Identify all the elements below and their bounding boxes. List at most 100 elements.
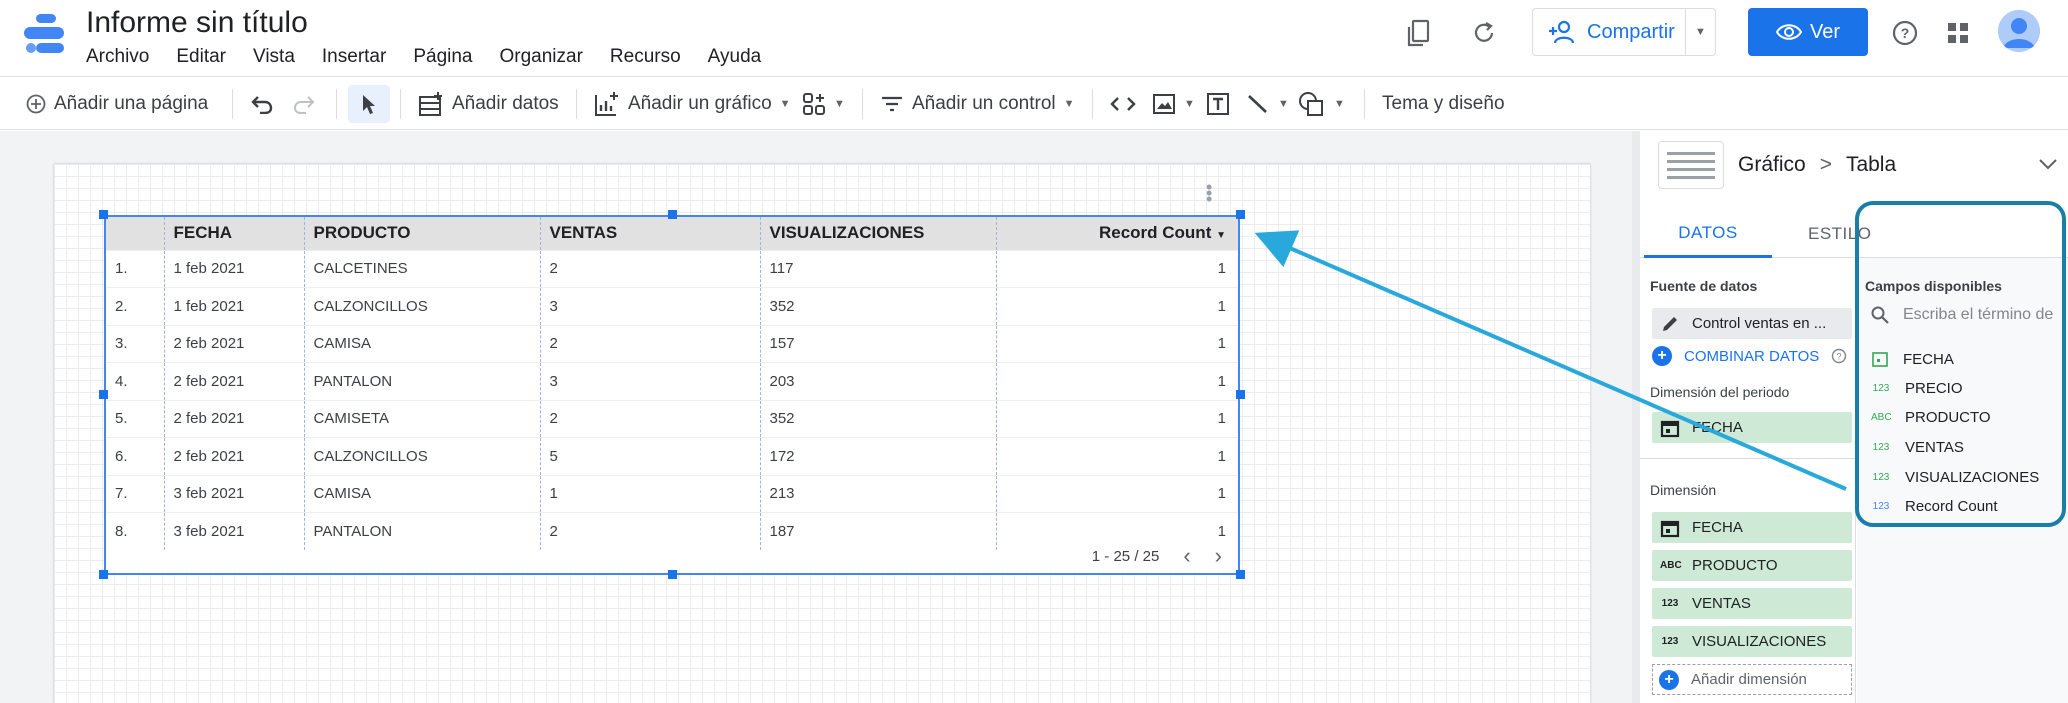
table-chart[interactable]: FECHA PRODUCTO VENTAS VISUALIZACIONES Re… <box>104 215 1240 575</box>
chart-type-selector[interactable]: Gráfico > Tabla <box>1658 141 2062 189</box>
resize-handle[interactable] <box>99 390 108 399</box>
table-cell: 1 feb 2021 <box>164 249 305 288</box>
row-index: 7. <box>106 474 165 513</box>
edit-toolbar: Añadir una página Añadir datos Añadir un… <box>0 76 2068 130</box>
table-cell: 2 feb 2021 <box>164 324 305 363</box>
image-button[interactable]: ▼ <box>1152 77 1195 131</box>
resize-handle[interactable] <box>1236 210 1245 219</box>
available-fields-column: Campos disponibles Escriba el término de… <box>1857 258 2068 703</box>
number-type-icon: 123 <box>1872 501 1890 512</box>
add-control-button[interactable]: Añadir un control ▼ <box>880 77 1075 131</box>
more-vert-icon[interactable]: • • • <box>1206 178 1212 208</box>
table-cell: 5 <box>540 437 761 475</box>
row-index: 3. <box>106 324 165 363</box>
add-page-label: Añadir una página <box>54 93 209 114</box>
tab-estilo[interactable]: ESTILO <box>1808 210 1871 258</box>
view-label: Ver <box>1809 20 1841 43</box>
menu-editar[interactable]: Editar <box>176 46 226 68</box>
dimension-chip-visualizaciones[interactable]: 123 VISUALIZACIONES <box>1652 626 1852 657</box>
menu-pagina[interactable]: Página <box>413 46 472 68</box>
table-cell: 1 <box>996 474 1238 513</box>
column-header-ventas[interactable]: VENTAS <box>540 217 761 250</box>
menu-vista[interactable]: Vista <box>253 46 295 68</box>
period-dimension-label: Dimensión del periodo <box>1650 384 1790 400</box>
field-name: VISUALIZACIONES <box>1905 469 2040 486</box>
help-icon[interactable]: ? <box>1888 16 1922 50</box>
caret-down-icon: ▼ <box>834 98 845 110</box>
field-item-visualizaciones[interactable]: 123 VISUALIZACIONES <box>1871 469 2040 486</box>
text-box-icon[interactable] <box>1206 77 1230 131</box>
chevron-right-icon[interactable]: › <box>1215 543 1222 569</box>
number-type-icon: 123 <box>1872 442 1890 453</box>
data-source-label: Fuente de datos <box>1650 278 1758 294</box>
add-data-button[interactable]: Añadir datos <box>418 77 559 131</box>
resize-handle[interactable] <box>99 210 108 219</box>
dimension-chip-producto[interactable]: ABC PRODUCTO <box>1652 550 1852 581</box>
shape-button[interactable]: ▼ <box>1298 77 1345 131</box>
table-cell: 213 <box>760 474 997 513</box>
help-icon[interactable]: ? <box>1831 348 1847 364</box>
table-cell: 1 <box>996 287 1238 325</box>
menu-archivo[interactable]: Archivo <box>86 46 149 68</box>
table-cell: 187 <box>760 512 997 550</box>
data-source-selector[interactable]: Control ventas en ... <box>1652 308 1852 339</box>
dimension-chip-ventas[interactable]: 123 VENTAS <box>1652 588 1852 619</box>
share-button[interactable]: Compartir <box>1532 8 1686 56</box>
field-item-precio[interactable]: 123 PRECIO <box>1871 380 1963 397</box>
column-header-producto[interactable]: PRODUCTO <box>304 217 541 250</box>
view-button[interactable]: Ver <box>1748 8 1868 56</box>
add-component-button[interactable]: ▼ <box>802 77 845 131</box>
table-cell: 3 feb 2021 <box>164 474 305 513</box>
refresh-icon[interactable] <box>1467 16 1501 50</box>
menu-organizar[interactable]: Organizar <box>500 46 583 68</box>
resize-handle[interactable] <box>668 210 677 219</box>
dimension-chip-fecha[interactable]: FECHA <box>1652 512 1852 543</box>
field-item-ventas[interactable]: 123 VENTAS <box>1871 439 1964 456</box>
period-dimension-chip[interactable]: FECHA <box>1652 412 1852 443</box>
menu-ayuda[interactable]: Ayuda <box>708 46 762 68</box>
filter-control-icon <box>882 96 902 112</box>
add-data-icon <box>419 92 442 116</box>
number-type-icon: 123 <box>1661 636 1679 647</box>
resize-handle[interactable] <box>1236 570 1245 579</box>
chevron-down-icon[interactable] <box>2038 154 2058 175</box>
field-item-record-count[interactable]: 123 Record Count <box>1871 498 1998 515</box>
resize-handle[interactable] <box>668 570 677 579</box>
column-header-visualizaciones[interactable]: VISUALIZACIONES <box>760 217 997 250</box>
embed-code-icon[interactable] <box>1110 77 1136 131</box>
add-dimension-button[interactable]: + Añadir dimensión <box>1652 664 1852 695</box>
theme-layout-button[interactable]: Tema y diseño <box>1382 77 1505 131</box>
undo-icon[interactable] <box>250 77 274 131</box>
row-index: 1. <box>106 249 165 288</box>
menu-recurso[interactable]: Recurso <box>610 46 681 68</box>
tab-datos[interactable]: DATOS <box>1644 210 1772 258</box>
table-cell: 2 <box>540 324 761 363</box>
column-header-record-count[interactable]: Record Count ▼ <box>996 217 1238 250</box>
line-button[interactable]: ▼ <box>1246 77 1289 131</box>
looker-studio-logo-icon[interactable] <box>22 14 68 54</box>
resize-handle[interactable] <box>1236 390 1245 399</box>
add-chart-button[interactable]: Añadir un gráfico ▼ <box>594 77 791 131</box>
shapes-icon <box>1299 92 1323 116</box>
pagination-label: 1 - 25 / 25 <box>1091 547 1160 565</box>
field-search-input[interactable]: Escriba el término de <box>1871 306 2053 324</box>
blend-data-label: COMBINAR DATOS <box>1684 347 1820 365</box>
select-pointer-button[interactable] <box>348 85 390 123</box>
redo-icon[interactable] <box>292 77 316 131</box>
field-item-fecha[interactable]: FECHA <box>1871 350 1954 368</box>
share-dropdown-button[interactable]: ▼ <box>1686 8 1716 56</box>
column-header-fecha[interactable]: FECHA <box>164 217 305 250</box>
add-page-button[interactable]: Añadir una página <box>26 77 208 131</box>
apps-grid-icon[interactable] <box>1941 16 1975 50</box>
table-cell: CAMISETA <box>304 399 541 438</box>
copy-report-icon[interactable] <box>1402 16 1436 50</box>
resize-handle[interactable] <box>99 570 108 579</box>
blend-data-button[interactable]: + COMBINAR DATOS ? <box>1652 346 1847 366</box>
table-cell: 3 <box>540 362 761 400</box>
number-type-icon: 123 <box>1872 472 1890 483</box>
field-item-producto[interactable]: ABC PRODUCTO <box>1871 409 1991 426</box>
report-title[interactable]: Informe sin título <box>86 6 308 40</box>
menu-insertar[interactable]: Insertar <box>322 46 386 68</box>
avatar[interactable] <box>1998 10 2040 52</box>
chevron-left-icon[interactable]: ‹ <box>1183 543 1190 569</box>
